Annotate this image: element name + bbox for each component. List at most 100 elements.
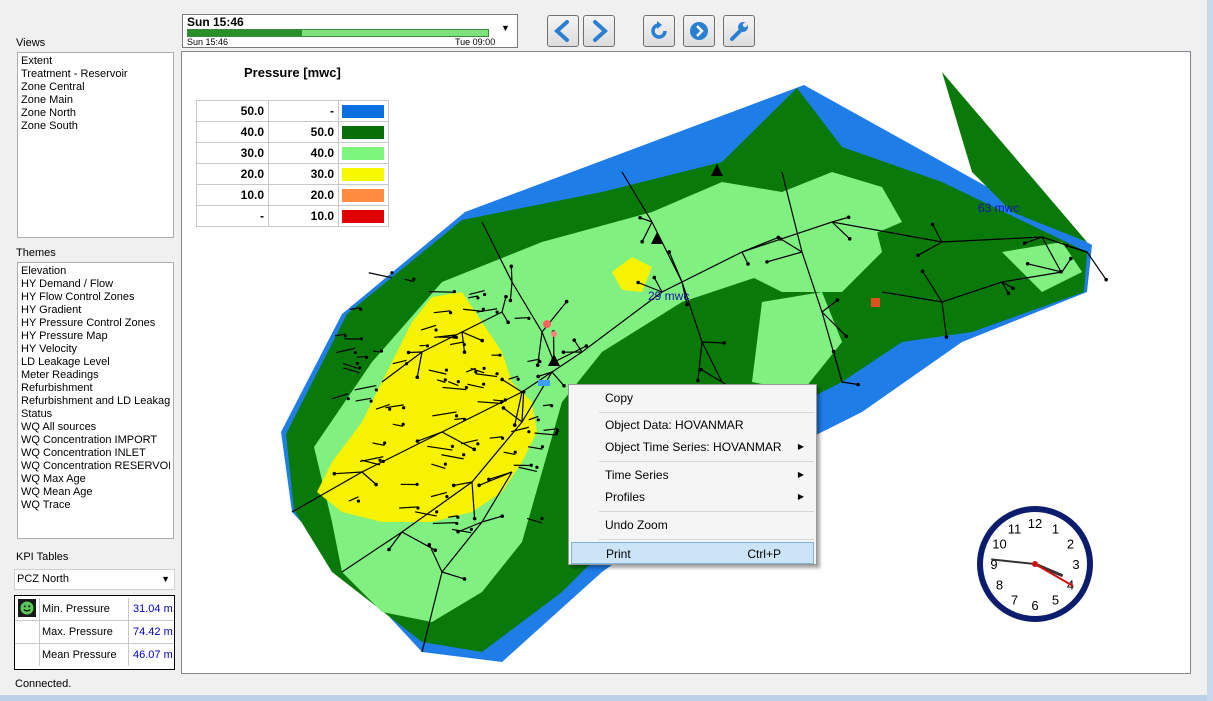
context-menu[interactable]: Copy Object Data: HOVANMAR Object Time S…: [568, 384, 817, 565]
views-label: Views: [16, 37, 46, 49]
theme-item[interactable]: Refurbishment: [21, 382, 170, 395]
legend-to: 40.0: [268, 142, 339, 164]
time-dropdown-icon[interactable]: ▼: [501, 23, 510, 33]
kpi-label: KPI Tables: [16, 551, 69, 563]
kpi-table: Min. Pressure 31.04 m... Max. Pressure 7…: [14, 595, 175, 670]
kpi-row-label: Max. Pressure: [39, 621, 129, 643]
submenu-arrow-icon: ▶: [797, 470, 804, 479]
settings-button[interactable]: [723, 15, 755, 47]
view-item[interactable]: Zone South: [21, 120, 170, 133]
menu-separator: [599, 511, 814, 512]
theme-item[interactable]: WQ Mean Age: [21, 486, 170, 499]
time-start: Sun 15:46: [187, 37, 229, 47]
theme-item[interactable]: HY Demand / Flow: [21, 278, 170, 291]
view-item[interactable]: Zone Main: [21, 94, 170, 107]
theme-item[interactable]: HY Gradient: [21, 304, 170, 317]
forward-button[interactable]: [583, 15, 615, 47]
window-right-border: [1207, 0, 1213, 701]
time-slider[interactable]: Sun 15:46 Sun 15:46 Tue 09:00 ▼: [182, 14, 518, 48]
clock-number: 3: [1072, 557, 1079, 572]
menu-item-undo-zoom[interactable]: Undo Zoom: [571, 514, 814, 536]
menu-item-profiles[interactable]: Profiles ▶: [571, 486, 814, 508]
kpi-select-value: PCZ North: [17, 573, 69, 585]
menu-shortcut: Ctrl+P: [747, 547, 781, 561]
analog-clock: 121234567891011: [977, 506, 1093, 622]
menu-separator: [599, 412, 814, 413]
legend-to: 20.0: [268, 184, 339, 206]
theme-item[interactable]: LD Leakage Level: [21, 356, 170, 369]
kpi-row-label: Min. Pressure: [39, 598, 129, 620]
theme-item[interactable]: WQ Trace: [21, 499, 170, 512]
views-list[interactable]: Extent Treatment - Reservoir Zone Centra…: [17, 52, 174, 238]
theme-item[interactable]: WQ All sources: [21, 421, 170, 434]
kpi-row-mean: Mean Pressure 46.07 m...: [15, 644, 174, 666]
chevron-down-icon[interactable]: ▼: [161, 574, 170, 584]
kpi-row-value: 74.42 m...: [133, 626, 174, 638]
menu-item-label: Print: [606, 547, 631, 561]
clock-number: 11: [1008, 521, 1022, 536]
clock-number: 5: [1052, 593, 1059, 608]
theme-item[interactable]: Status: [21, 408, 170, 421]
theme-item[interactable]: HY Pressure Map: [21, 330, 170, 343]
menu-separator: [599, 461, 814, 462]
theme-item[interactable]: Meter Readings: [21, 369, 170, 382]
themes-label: Themes: [16, 247, 56, 259]
legend-from: 10.0: [196, 184, 269, 206]
legend-from: -: [196, 205, 269, 227]
menu-item-print[interactable]: Print Ctrl+P: [571, 542, 814, 564]
clock-number: 12: [1028, 516, 1042, 531]
theme-item[interactable]: HY Velocity: [21, 343, 170, 356]
clock-number: 6: [1031, 598, 1038, 613]
clock-number: 7: [1011, 593, 1018, 608]
menu-item-label: Profiles: [605, 490, 646, 504]
clock-number: 10: [992, 537, 1006, 552]
legend-from: 50.0: [196, 100, 269, 122]
go-button[interactable]: [683, 15, 715, 47]
menu-item-copy[interactable]: Copy: [571, 387, 814, 409]
node-marker: [551, 331, 557, 337]
kpi-select[interactable]: PCZ North ▼: [14, 569, 175, 590]
legend-row: 50.0-: [196, 100, 389, 122]
menu-item-label: Object Time Series: HOVANMAR: [605, 440, 782, 454]
theme-item[interactable]: WQ Concentration INLET: [21, 447, 170, 460]
theme-item[interactable]: WQ Max Age: [21, 473, 170, 486]
legend-swatch: [342, 146, 384, 160]
status-text: Connected.: [15, 678, 72, 690]
menu-item-label: Time Series: [605, 468, 669, 482]
node-marker: [543, 320, 551, 328]
clock-number: 1: [1052, 521, 1059, 536]
submenu-arrow-icon: ▶: [797, 492, 804, 501]
map-view[interactable]: 63 mwc 29 mwc Pressure [mwc] 50.0- 40.0 5…: [181, 51, 1191, 674]
legend-to: 10.0: [268, 205, 339, 227]
theme-item[interactable]: HY Pressure Control Zones: [21, 317, 170, 330]
menu-item-time-series[interactable]: Time Series ▶: [571, 464, 814, 486]
time-progress: [188, 30, 302, 36]
time-end: Tue 09:00: [455, 37, 496, 47]
theme-item[interactable]: WQ Concentration IMPORT: [21, 434, 170, 447]
kpi-row-max: Max. Pressure 74.42 m...: [15, 621, 174, 643]
legend-to: 50.0: [268, 121, 339, 143]
view-item[interactable]: Zone Central: [21, 81, 170, 94]
kpi-row-min: Min. Pressure 31.04 m...: [15, 598, 174, 620]
theme-item[interactable]: HY Flow Control Zones: [21, 291, 170, 304]
submenu-arrow-icon: ▶: [797, 442, 804, 451]
view-item[interactable]: Extent: [21, 55, 170, 68]
time-track[interactable]: [187, 29, 489, 37]
clock-center: [1032, 561, 1038, 567]
refresh-icon: [651, 21, 667, 39]
chevron-left-icon: [554, 20, 569, 42]
view-item[interactable]: Treatment - Reservoir: [21, 68, 170, 81]
theme-item[interactable]: WQ Concentration RESERVOIR: [21, 460, 170, 473]
legend-row: 20.0 30.0: [196, 163, 389, 185]
theme-item[interactable]: Refurbishment and LD Leakage: [21, 395, 170, 408]
back-button[interactable]: [547, 15, 579, 47]
menu-item-object-data[interactable]: Object Data: HOVANMAR: [571, 414, 814, 436]
theme-item[interactable]: Elevation: [21, 265, 170, 278]
kpi-row-value: 31.04 m...: [133, 603, 174, 615]
menu-item-object-time-series[interactable]: Object Time Series: HOVANMAR ▶: [571, 436, 814, 458]
legend-from: 40.0: [196, 121, 269, 143]
view-item[interactable]: Zone North: [21, 107, 170, 120]
refresh-button[interactable]: [643, 15, 675, 47]
themes-list[interactable]: Elevation HY Demand / Flow HY Flow Contr…: [17, 262, 174, 539]
wrench-icon: [730, 22, 748, 41]
